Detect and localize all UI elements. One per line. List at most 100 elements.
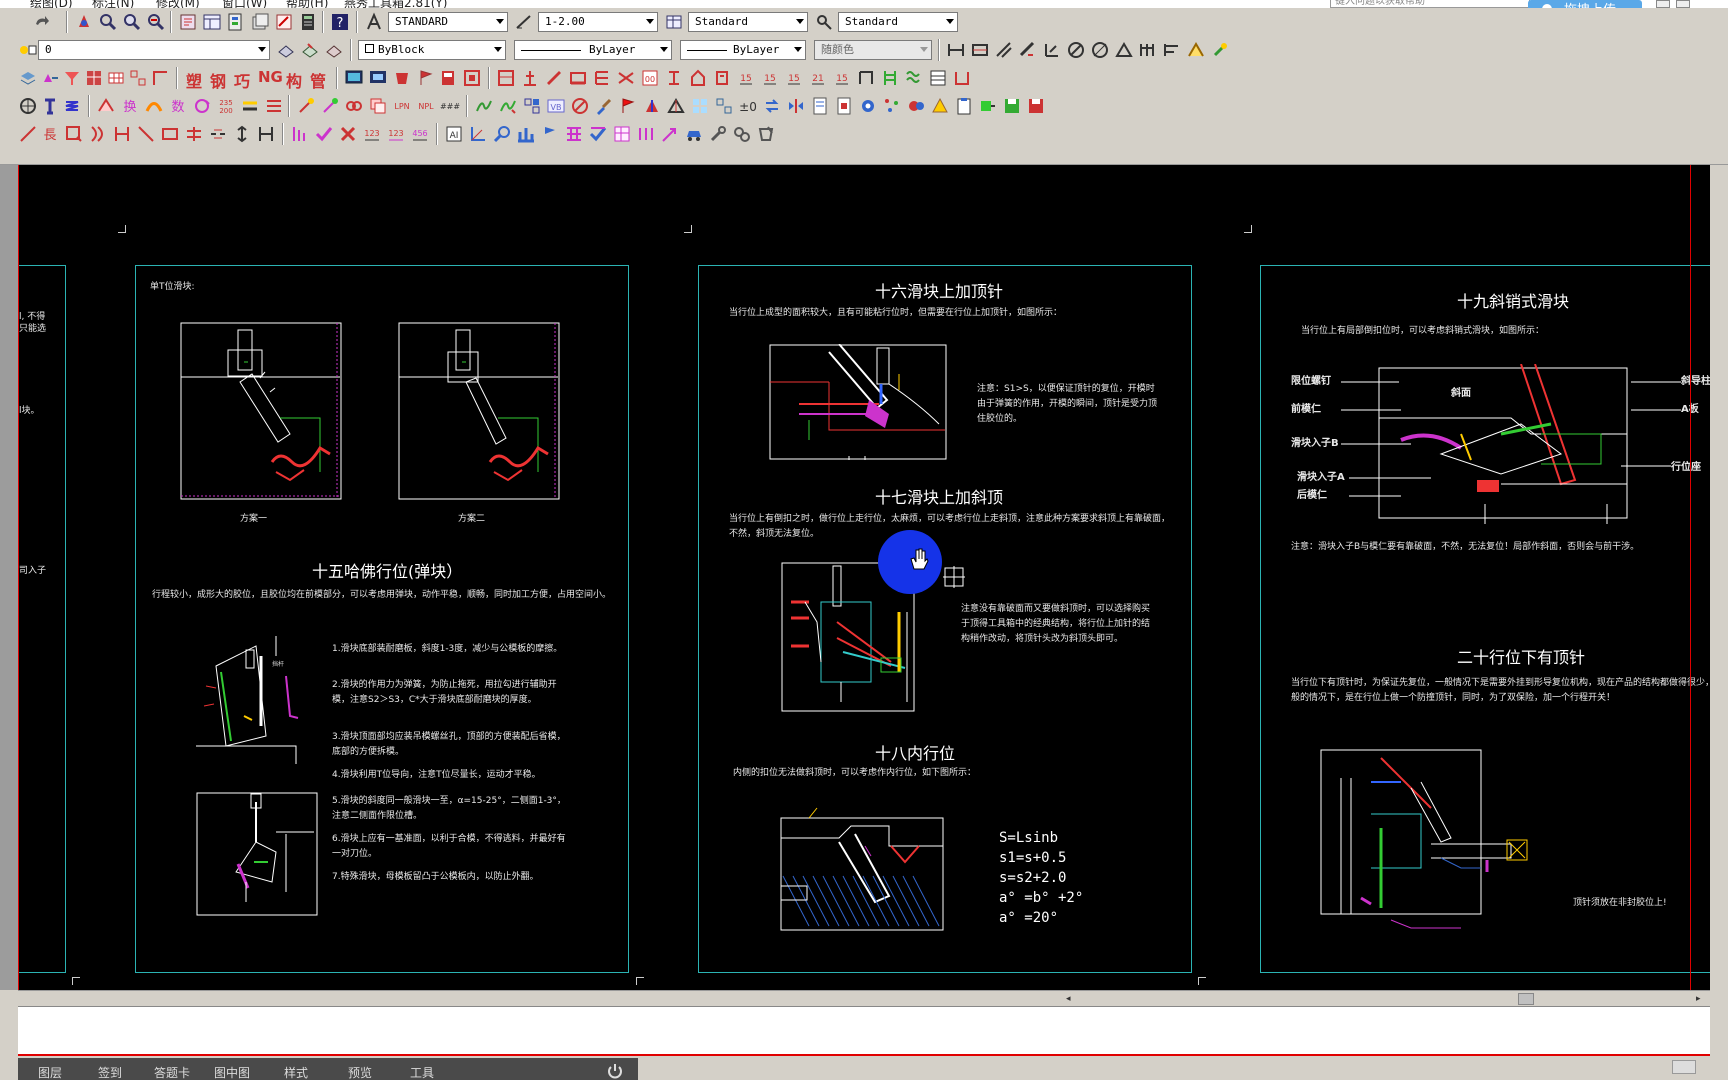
mirror-icon[interactable] (786, 96, 806, 116)
scrollbar-thumb[interactable] (1518, 993, 1534, 1005)
slider-icon[interactable] (544, 68, 564, 88)
lines-icon[interactable] (264, 96, 284, 116)
text-style-icon[interactable] (364, 12, 384, 32)
pink-check-icon[interactable] (588, 124, 608, 144)
rotate-icon[interactable] (192, 96, 212, 116)
quick-dim-icon[interactable] (1114, 40, 1134, 60)
boxes-icon[interactable] (522, 96, 542, 116)
gear2-icon[interactable] (906, 96, 926, 116)
split-line-icon[interactable] (474, 96, 494, 116)
linetype-icon[interactable] (240, 96, 260, 116)
hook-icon[interactable] (952, 68, 972, 88)
save-green-icon[interactable] (1002, 96, 1022, 116)
layer-select[interactable]: 0 (38, 40, 270, 60)
number-15-icon[interactable]: 15 (736, 68, 756, 88)
clipboard-icon[interactable] (954, 96, 974, 116)
warning-icon[interactable] (930, 96, 950, 116)
color-select[interactable]: ByBlock (358, 40, 506, 60)
swap-text-icon[interactable]: 换 (120, 96, 140, 116)
lpn-icon[interactable]: LPN (392, 96, 412, 116)
locate-ring-icon[interactable] (664, 68, 684, 88)
doc-icon[interactable] (810, 96, 830, 116)
dim-ordinate-icon[interactable] (1018, 40, 1038, 60)
mleader-style-select[interactable]: Standard (838, 12, 958, 32)
scatter-icon[interactable] (882, 96, 902, 116)
text-style-select[interactable]: STANDARD (388, 12, 508, 32)
command-line[interactable] (18, 1006, 1710, 1056)
frame-icon[interactable] (128, 68, 148, 88)
mleader-style-icon[interactable] (814, 12, 834, 32)
dim-diameter-icon[interactable] (1066, 40, 1086, 60)
center-mark-icon[interactable] (1210, 40, 1230, 60)
pink-arrow-icon[interactable] (660, 124, 680, 144)
numbers3-icon[interactable]: 456 (410, 124, 430, 144)
copy-icon[interactable] (368, 96, 388, 116)
pin-icon[interactable] (712, 68, 732, 88)
tab-signin[interactable]: 签到 (98, 1064, 122, 1080)
box-tool-icon[interactable] (64, 124, 84, 144)
layer-previous-icon[interactable] (300, 40, 320, 60)
diag-tool-icon[interactable] (136, 124, 156, 144)
measure-icon[interactable] (290, 124, 310, 144)
layer-match-icon[interactable] (324, 40, 344, 60)
layer-state-icon[interactable] (18, 40, 38, 60)
corner-icon[interactable] (150, 68, 170, 88)
pipe-tool-button[interactable]: 管 (310, 68, 326, 92)
tab-tools[interactable]: 工具 (410, 1064, 434, 1080)
dim-linear-icon[interactable] (946, 40, 966, 60)
magic-icon[interactable] (296, 96, 316, 116)
tool-palettes-icon[interactable] (226, 12, 246, 32)
table-style-select[interactable]: Standard (688, 12, 808, 32)
sheet-set-icon[interactable] (250, 12, 270, 32)
arc-tool-icon[interactable] (88, 124, 108, 144)
check-icon[interactable] (314, 124, 334, 144)
ejector-icon[interactable] (520, 68, 540, 88)
gear-icon[interactable] (858, 96, 878, 116)
make-current-layer-icon[interactable] (276, 40, 296, 60)
menu-help[interactable]: 帮助(H) (286, 0, 328, 8)
cross-tool-icon[interactable] (184, 124, 204, 144)
triangle-icon[interactable] (666, 96, 686, 116)
numbers2-icon[interactable]: 123 (386, 124, 406, 144)
bolt-icon[interactable] (40, 96, 60, 116)
chain-icon[interactable] (344, 96, 364, 116)
pink-lines-icon[interactable] (636, 124, 656, 144)
pink-table-icon[interactable] (612, 124, 632, 144)
size-table-icon[interactable]: 00 (640, 68, 660, 88)
break-tool-icon[interactable] (208, 124, 228, 144)
help-icon[interactable]: ? (330, 12, 350, 32)
ng-tool-button[interactable]: NG (258, 68, 283, 86)
pan-icon[interactable] (74, 12, 94, 32)
properties-icon[interactable] (178, 12, 198, 32)
close-icon[interactable] (1676, 0, 1690, 8)
tab-answer-card[interactable]: 答题卡 (154, 1064, 190, 1080)
tab-picture-in-picture[interactable]: 图中图 (214, 1064, 250, 1080)
target-icon[interactable] (18, 96, 38, 116)
structure-tool-button[interactable]: 构 (286, 68, 302, 92)
dim-aligned-icon[interactable] (970, 40, 990, 60)
table-style-icon[interactable] (664, 12, 684, 32)
minimize-icon[interactable] (1656, 0, 1670, 8)
block-table-icon[interactable] (84, 68, 104, 88)
text-box-icon[interactable]: AI (444, 124, 464, 144)
zoom-window-icon[interactable] (122, 12, 142, 32)
spring-icon[interactable] (62, 96, 82, 116)
ratio-icon[interactable]: 235200 (216, 96, 236, 116)
sprue-icon[interactable] (688, 68, 708, 88)
calculator-icon[interactable] (298, 12, 318, 32)
table-icon[interactable] (928, 68, 948, 88)
rect-tool-icon[interactable] (160, 124, 180, 144)
bracket-icon[interactable] (856, 68, 876, 88)
layer-manager-icon[interactable] (18, 68, 38, 88)
line-tool-icon[interactable] (18, 124, 38, 144)
red-block-icon[interactable] (438, 68, 458, 88)
screw-icon[interactable] (616, 68, 636, 88)
mold-base-icon[interactable] (496, 68, 516, 88)
dim-angular-icon[interactable] (1090, 40, 1110, 60)
axis-icon[interactable] (468, 124, 488, 144)
cup-icon[interactable] (392, 68, 412, 88)
wave-icon[interactable] (904, 68, 924, 88)
curve-icon[interactable] (144, 96, 164, 116)
npl-icon[interactable]: NPL (416, 96, 436, 116)
drawing-canvas[interactable]: l, 不得 只能选 l块。 司入子 单T位滑块: 方案一 方案二 十五哈佛行位(… (18, 165, 1710, 990)
